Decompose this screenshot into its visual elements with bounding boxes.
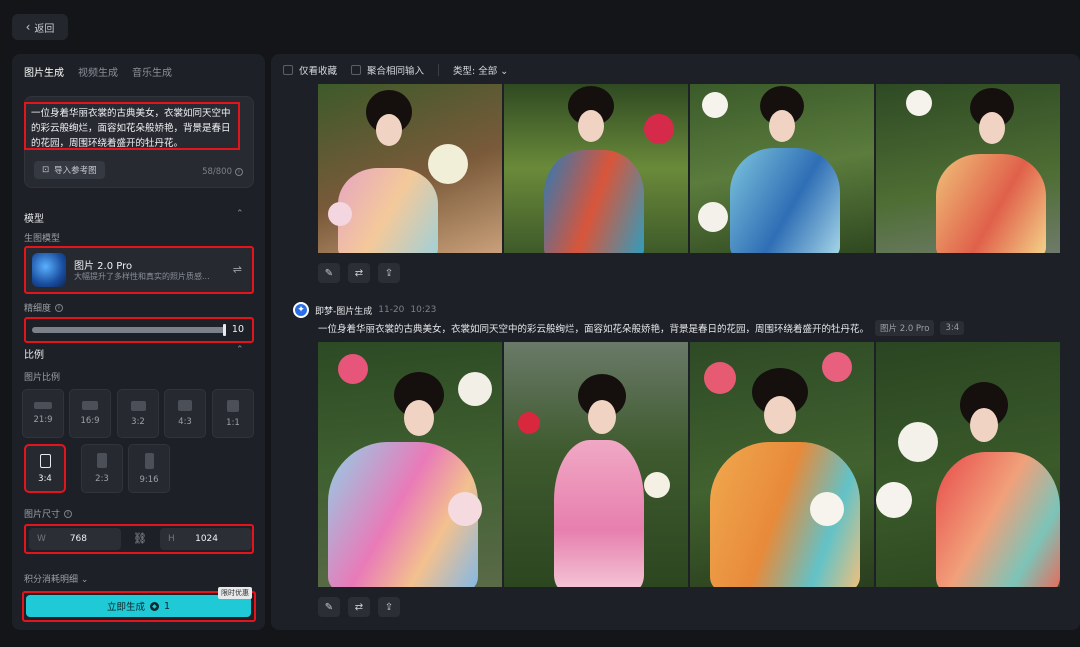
width-value: 768: [69, 534, 87, 544]
generated-image[interactable]: [876, 342, 1060, 587]
back-button[interactable]: ‹ 返回: [12, 14, 68, 40]
upload-icon[interactable]: ⇪: [378, 263, 400, 283]
ratio-option-9-16[interactable]: 9:16: [128, 444, 170, 493]
ratio-option-16-9[interactable]: 16:9: [69, 389, 111, 438]
mode-tabs: 图片生成 视频生成 音乐生成: [24, 64, 172, 85]
model-sub-label: 生图模型: [24, 234, 61, 244]
model-tag: 图片 2.0 Pro: [875, 320, 935, 336]
info-icon[interactable]: i: [235, 168, 243, 176]
type-filter-dropdown[interactable]: 类型: 全部 ⌄: [453, 63, 508, 77]
generated-image[interactable]: [318, 342, 502, 587]
chevron-down-icon: ⌄: [80, 575, 89, 585]
tab-image-generation[interactable]: 图片生成: [24, 64, 64, 85]
image-size-fields: W 768 ⛓ H 1024: [24, 524, 254, 554]
image-actions-2: ✎ ⇄ ⇪: [318, 597, 400, 617]
model-name: 图片 2.0 Pro: [74, 261, 133, 272]
message-date: 11-20: [378, 305, 405, 315]
jimeng-logo-icon: ✦: [293, 302, 309, 318]
image-group-2: [318, 342, 1060, 587]
edit-icon[interactable]: ✎: [318, 597, 340, 617]
height-field[interactable]: H 1024: [160, 528, 252, 550]
generation-settings-panel: 图片生成 视频生成 音乐生成 一位身着华丽衣裳的古典美女，衣裳如同天空中的彩云般…: [12, 54, 265, 630]
model-thumbnail: [32, 253, 66, 287]
import-reference-label: 导入参考图: [54, 166, 97, 176]
model-selector[interactable]: 图片 2.0 Pro 大幅提升了多样性和真实的照片质感... ⇌: [24, 246, 254, 294]
edit-icon[interactable]: ✎: [318, 263, 340, 283]
chevron-up-icon[interactable]: ⌃: [236, 209, 244, 219]
model-description: 大幅提升了多样性和真实的照片质感...: [74, 272, 210, 281]
coin-icon: ◆: [149, 601, 159, 611]
regenerate-icon[interactable]: ⇄: [348, 597, 370, 617]
ratio-shape-icon: [178, 400, 192, 411]
message-prompt-row: 一位身着华丽衣裳的古典美女，衣裳如同天空中的彩云般绚烂，面容如花朵般娇艳，背景是…: [318, 320, 965, 336]
ratio-shape-icon: [144, 452, 154, 469]
ratio-option-3-4[interactable]: 3:4: [24, 444, 66, 493]
generated-image[interactable]: [318, 84, 502, 253]
regenerate-icon[interactable]: ⇄: [348, 263, 370, 283]
info-icon[interactable]: i: [55, 303, 64, 312]
generated-image[interactable]: [504, 342, 688, 587]
ratio-option-1-1[interactable]: 1:1: [212, 389, 254, 438]
image-import-icon: ⊡: [42, 165, 50, 175]
width-field[interactable]: W 768: [29, 528, 121, 550]
model-section-title: 模型: [24, 214, 44, 225]
message-header: ✦ 即梦-图片生成 11-20 10:23: [293, 302, 436, 318]
ratio-shape-icon: [97, 453, 107, 468]
divider: [438, 64, 440, 76]
chevron-down-icon: ⌄: [500, 66, 509, 77]
fineness-label: 精细度 i: [24, 301, 64, 314]
cost-details-toggle[interactable]: 积分消耗明细 ⌄: [24, 572, 88, 585]
import-reference-button[interactable]: ⊡ 导入参考图: [34, 161, 105, 179]
ratio-tag: 3:4: [940, 321, 965, 335]
fineness-slider[interactable]: 10: [24, 317, 254, 343]
back-label: 返回: [34, 23, 55, 35]
generate-button[interactable]: 立即生成 ◆ 1: [26, 595, 251, 617]
char-count-value: 58/800: [202, 167, 232, 177]
fineness-value: 10: [231, 324, 244, 335]
info-icon[interactable]: i: [64, 509, 73, 518]
slider-fill: [32, 327, 226, 333]
generated-image[interactable]: [690, 84, 874, 253]
ratio-shape-icon: [34, 402, 52, 409]
tab-music-generation[interactable]: 音乐生成: [132, 64, 172, 85]
generated-image[interactable]: [504, 84, 688, 253]
chevron-up-icon[interactable]: ⌃: [236, 345, 244, 355]
ratio-option-2-3[interactable]: 2:3: [81, 444, 123, 493]
image-actions-1: ✎ ⇄ ⇪: [318, 263, 400, 283]
chevron-left-icon: ‹: [25, 20, 31, 34]
upload-icon[interactable]: ⇪: [378, 597, 400, 617]
ratio-option-4-3[interactable]: 4:3: [164, 389, 206, 438]
ratio-sub-label: 图片比例: [24, 373, 61, 383]
ratio-shape-icon: [130, 400, 146, 411]
message-author: 即梦-图片生成: [315, 306, 373, 317]
tab-video-generation[interactable]: 视频生成: [78, 64, 118, 85]
image-group-1: [318, 84, 1060, 253]
prompt-input[interactable]: 一位身着华丽衣裳的古典美女，衣裳如同天空中的彩云般绚烂，面容如花朵般娇艳，背景是…: [24, 102, 240, 150]
promo-badge: 限时优惠: [218, 587, 252, 599]
message-prompt: 一位身着华丽衣裳的古典美女，衣裳如同天空中的彩云般绚烂，面容如花朵般娇艳，背景是…: [318, 324, 870, 335]
filter-bar: 仅看收藏 聚合相同输入 类型: 全部 ⌄: [283, 63, 508, 77]
generated-image[interactable]: [876, 84, 1060, 253]
results-panel: 仅看收藏 聚合相同输入 类型: 全部 ⌄ ✎ ⇄ ⇪ ✦ 即梦-图片生成 11-…: [271, 54, 1080, 630]
ratio-section-title: 比例: [24, 350, 44, 361]
ratio-option-3-2[interactable]: 3:2: [117, 389, 159, 438]
ratio-shape-icon: [227, 399, 239, 412]
ratio-shape-icon: [39, 453, 51, 468]
ratio-shape-icon: [82, 401, 98, 410]
size-label: 图片尺寸 i: [24, 507, 73, 520]
favorites-only-checkbox[interactable]: 仅看收藏: [283, 63, 337, 77]
char-count: 58/800 i: [202, 167, 243, 177]
link-icon[interactable]: ⛓: [133, 532, 147, 545]
merge-same-input-checkbox[interactable]: 聚合相同输入: [351, 63, 424, 77]
generated-image[interactable]: [690, 342, 874, 587]
slider-handle[interactable]: [223, 324, 226, 336]
generate-button-wrapper: 立即生成 ◆ 1 限时优惠: [22, 587, 256, 622]
settings-sliders-icon[interactable]: ⇌: [233, 263, 242, 276]
slider-track[interactable]: [32, 324, 226, 336]
message-time: 10:23: [410, 305, 437, 315]
ratio-option-21-9[interactable]: 21:9: [22, 389, 64, 438]
height-value: 1024: [195, 534, 218, 544]
